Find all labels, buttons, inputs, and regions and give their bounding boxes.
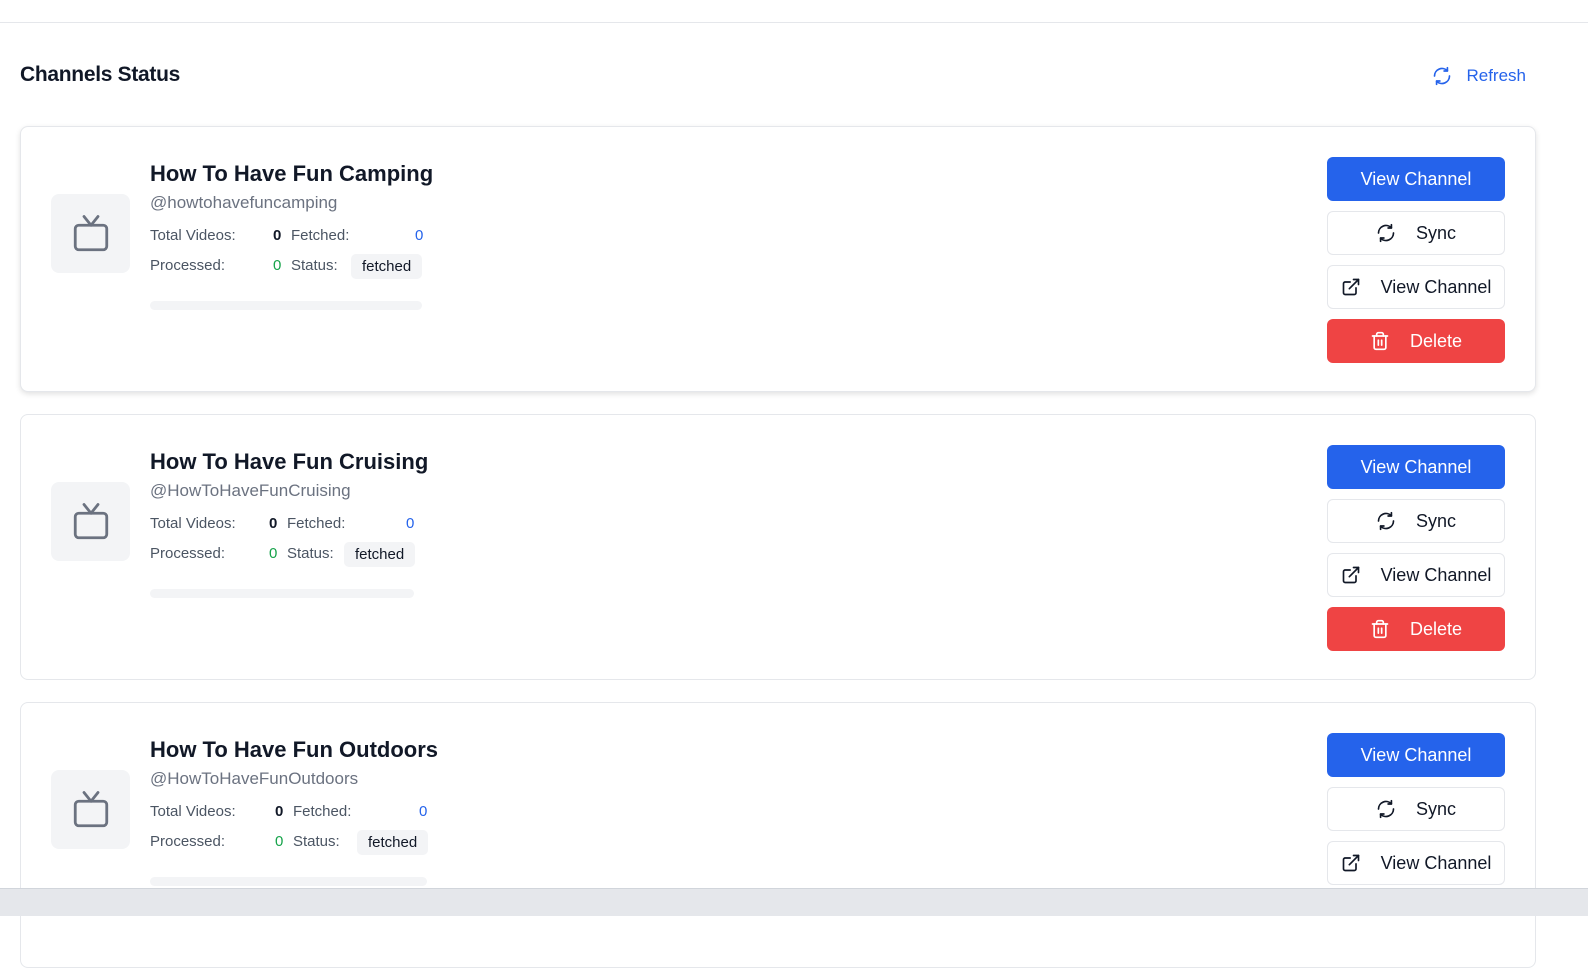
status-label: Status:	[293, 833, 340, 850]
view-channel-label: View Channel	[1360, 744, 1472, 765]
status-badge: fetched	[351, 254, 423, 279]
total-videos-value: 0	[269, 515, 278, 532]
channel-handle: @HowToHaveFunCruising	[150, 481, 351, 500]
channel-handle: @howtohavefuncamping	[150, 193, 338, 212]
sync-label: Sync	[1415, 510, 1457, 531]
status-label: Status:	[291, 257, 338, 274]
sync-icon	[1377, 223, 1395, 243]
view-channel-external-label: View Channel	[1380, 564, 1492, 585]
page-header: Channels Status Refresh	[20, 58, 1546, 94]
delete-label: Delete	[1409, 330, 1463, 351]
refresh-icon	[1434, 66, 1451, 86]
trash-icon	[1371, 619, 1389, 639]
fetched-value: 0	[415, 227, 424, 244]
sync-label: Sync	[1415, 798, 1457, 819]
refresh-button[interactable]: Refresh	[1432, 58, 1526, 94]
view-channel-external-button[interactable]: View Channel	[1327, 553, 1505, 597]
channel-actions: View Channel Sync View Channel Delete	[1327, 445, 1505, 661]
progress-bar	[150, 301, 422, 310]
refresh-label: Refresh	[1466, 66, 1526, 85]
tv-icon	[73, 790, 108, 827]
channel-name: How To Have Fun Camping	[150, 161, 434, 186]
total-videos-label: Total Videos:	[150, 803, 236, 820]
channel-name: How To Have Fun Outdoors	[150, 737, 439, 762]
channel-stats: Total Videos: 0 Fetched: 0 Processed: 0 …	[150, 507, 440, 571]
processed-label: Processed:	[150, 257, 226, 274]
view-channel-button[interactable]: View Channel	[1327, 157, 1505, 201]
processed-value: 0	[269, 545, 278, 562]
top-bar	[0, 0, 1588, 23]
os-taskbar	[0, 888, 1588, 916]
sync-icon	[1377, 799, 1395, 819]
channel-card: How To Have Fun Camping @howtohavefuncam…	[20, 126, 1536, 392]
trash-icon	[1371, 331, 1389, 351]
fetched-label: Fetched:	[287, 515, 346, 532]
processed-value: 0	[273, 257, 282, 274]
tv-icon	[73, 214, 108, 251]
fetched-value: 0	[406, 515, 415, 532]
delete-button[interactable]: Delete	[1327, 607, 1505, 651]
processed-label: Processed:	[150, 545, 226, 562]
external-link-icon	[1342, 566, 1359, 584]
delete-button[interactable]: Delete	[1327, 319, 1505, 363]
progress-bar	[150, 589, 414, 598]
channel-card: How To Have Fun Outdoors @HowToHaveFunOu…	[20, 702, 1536, 968]
total-videos-value: 0	[273, 227, 282, 244]
view-channel-label: View Channel	[1360, 168, 1472, 189]
status-label: Status:	[287, 545, 334, 562]
view-channel-external-label: View Channel	[1380, 276, 1492, 297]
channel-name: How To Have Fun Cruising	[150, 449, 429, 474]
progress-bar	[150, 877, 427, 886]
fetched-label: Fetched:	[291, 227, 350, 244]
channel-card: How To Have Fun Cruising @HowToHaveFunCr…	[20, 414, 1536, 680]
channel-actions: View Channel Sync View Channel Delete	[1327, 157, 1505, 373]
sync-button[interactable]: Sync	[1327, 211, 1505, 255]
sync-icon	[1377, 511, 1395, 531]
status-badge: fetched	[344, 542, 416, 567]
fetched-value: 0	[419, 803, 428, 820]
status-badge: fetched	[357, 830, 429, 855]
total-videos-label: Total Videos:	[150, 227, 236, 244]
channel-thumbnail	[51, 770, 130, 849]
channel-stats: Total Videos: 0 Fetched: 0 Processed: 0 …	[150, 219, 440, 283]
processed-label: Processed:	[150, 833, 226, 850]
view-channel-button[interactable]: View Channel	[1327, 445, 1505, 489]
channel-actions: View Channel Sync View Channel	[1327, 733, 1505, 895]
total-videos-label: Total Videos:	[150, 515, 236, 532]
channel-handle: @HowToHaveFunOutdoors	[150, 769, 359, 788]
channel-stats: Total Videos: 0 Fetched: 0 Processed: 0 …	[150, 795, 440, 859]
view-channel-button[interactable]: View Channel	[1327, 733, 1505, 777]
view-channel-external-label: View Channel	[1380, 852, 1492, 873]
sync-button[interactable]: Sync	[1327, 499, 1505, 543]
channel-info: How To Have Fun Camping @howtohavefuncam…	[150, 159, 440, 310]
view-channel-label: View Channel	[1360, 456, 1472, 477]
page-title: Channels Status	[20, 63, 181, 86]
channel-info: How To Have Fun Outdoors @HowToHaveFunOu…	[150, 735, 440, 886]
channel-info: How To Have Fun Cruising @HowToHaveFunCr…	[150, 447, 440, 598]
external-link-icon	[1342, 278, 1359, 296]
channel-thumbnail	[51, 194, 130, 273]
sync-label: Sync	[1415, 222, 1457, 243]
processed-value: 0	[275, 833, 284, 850]
external-link-icon	[1342, 854, 1359, 872]
view-channel-external-button[interactable]: View Channel	[1327, 265, 1505, 309]
tv-icon	[73, 502, 108, 539]
total-videos-value: 0	[275, 803, 284, 820]
delete-label: Delete	[1409, 618, 1463, 639]
sync-button[interactable]: Sync	[1327, 787, 1505, 831]
view-channel-external-button[interactable]: View Channel	[1327, 841, 1505, 885]
channel-thumbnail	[51, 482, 130, 561]
fetched-label: Fetched:	[293, 803, 352, 820]
